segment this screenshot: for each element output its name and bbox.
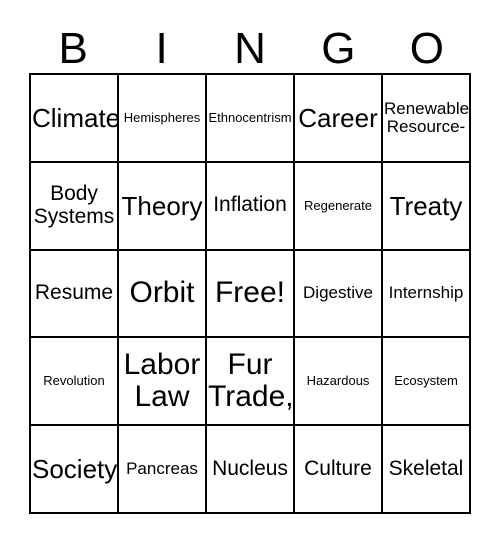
bingo-row: Climate Hemispheres Ethnocentrism Career…: [31, 75, 471, 163]
bingo-grid: Climate Hemispheres Ethnocentrism Career…: [29, 73, 471, 514]
bingo-cell-label: Fur Trade,: [208, 347, 294, 414]
header-letter-g: G: [321, 24, 356, 73]
bingo-cell-label: Theory: [121, 190, 203, 221]
bingo-cell[interactable]: Society: [31, 426, 119, 514]
bingo-cell[interactable]: Climate: [31, 75, 119, 163]
bingo-row: Body Systems Theory Inflation Regenerate…: [31, 162, 471, 251]
bingo-cell-label: Treaty: [389, 190, 463, 221]
bingo-cell[interactable]: Hazardous: [295, 338, 383, 427]
bingo-cell[interactable]: Body Systems: [31, 162, 119, 251]
bingo-cell-label: Internship: [388, 283, 464, 303]
header-letter-i: I: [155, 24, 168, 73]
bingo-cell[interactable]: Theory: [119, 162, 207, 251]
bingo-cell-label: Inflation: [213, 193, 287, 217]
bingo-cell[interactable]: Fur Trade,: [207, 338, 295, 427]
bingo-cell-label: Career: [298, 102, 378, 133]
bingo-cell-label: Digestive: [303, 283, 373, 303]
bingo-cell-label: Resume: [34, 281, 114, 305]
bingo-cell[interactable]: Resume: [31, 250, 119, 339]
bingo-cell[interactable]: Ecosystem: [383, 338, 471, 427]
bingo-cell-label: Body Systems: [33, 182, 115, 228]
header-letter-n: N: [234, 24, 266, 73]
bingo-cell[interactable]: Treaty: [383, 162, 471, 251]
bingo-cell[interactable]: Ethnocentrism: [207, 75, 295, 163]
bingo-cell[interactable]: Orbit: [119, 250, 207, 339]
bingo-header: B I N G O: [29, 20, 471, 72]
bingo-cell-label: Hazardous: [306, 373, 370, 389]
header-letter-o: O: [409, 24, 444, 73]
header-letter-b: B: [58, 24, 88, 73]
bingo-cell-label: Ecosystem: [394, 373, 458, 389]
bingo-cell-label: Hemispheres: [123, 109, 201, 125]
bingo-cell-label: Orbit: [129, 276, 195, 310]
bingo-cell[interactable]: Internship: [383, 250, 471, 339]
bingo-cell-label: Regenerate: [304, 197, 372, 213]
bingo-cell-label: Pancreas: [126, 458, 198, 478]
bingo-cell[interactable]: Inflation: [207, 162, 295, 251]
bingo-cell-label: Labor Law: [123, 347, 201, 414]
bingo-cell[interactable]: Hemispheres: [119, 75, 207, 163]
bingo-row: Revolution Labor Law Fur Trade, Hazardou…: [31, 338, 471, 427]
bingo-row: Resume Orbit Free! Digestive Internship: [31, 250, 471, 339]
bingo-cell-label: Renewable Resource-: [384, 98, 470, 136]
bingo-cell-label: Free!: [214, 276, 286, 310]
bingo-cell-label: Nucleus: [212, 456, 288, 480]
bingo-cell-label: Society: [32, 454, 118, 485]
bingo-cell-label: Ethnocentrism: [208, 109, 292, 125]
bingo-cell[interactable]: Career: [295, 75, 383, 163]
bingo-card: B I N G O Climate Hemispheres Ethnocentr…: [0, 0, 500, 544]
bingo-cell-label: Skeletal: [388, 456, 464, 480]
bingo-cell[interactable]: Culture: [295, 426, 383, 514]
bingo-cell-free-space[interactable]: Free!: [207, 250, 295, 339]
bingo-cell[interactable]: Skeletal: [383, 426, 471, 514]
bingo-cell[interactable]: Regenerate: [295, 162, 383, 251]
bingo-cell[interactable]: Revolution: [31, 338, 119, 427]
bingo-cell[interactable]: Pancreas: [119, 426, 207, 514]
bingo-cell[interactable]: Renewable Resource-: [383, 75, 471, 163]
bingo-cell-label: Culture: [304, 456, 372, 480]
bingo-cell[interactable]: Nucleus: [207, 426, 295, 514]
bingo-cell-label: Climate: [32, 102, 119, 133]
bingo-cell[interactable]: Digestive: [295, 250, 383, 339]
bingo-row: Society Pancreas Nucleus Culture Skeleta…: [31, 426, 471, 514]
bingo-cell[interactable]: Labor Law: [119, 338, 207, 427]
bingo-cell-label: Revolution: [43, 373, 105, 389]
